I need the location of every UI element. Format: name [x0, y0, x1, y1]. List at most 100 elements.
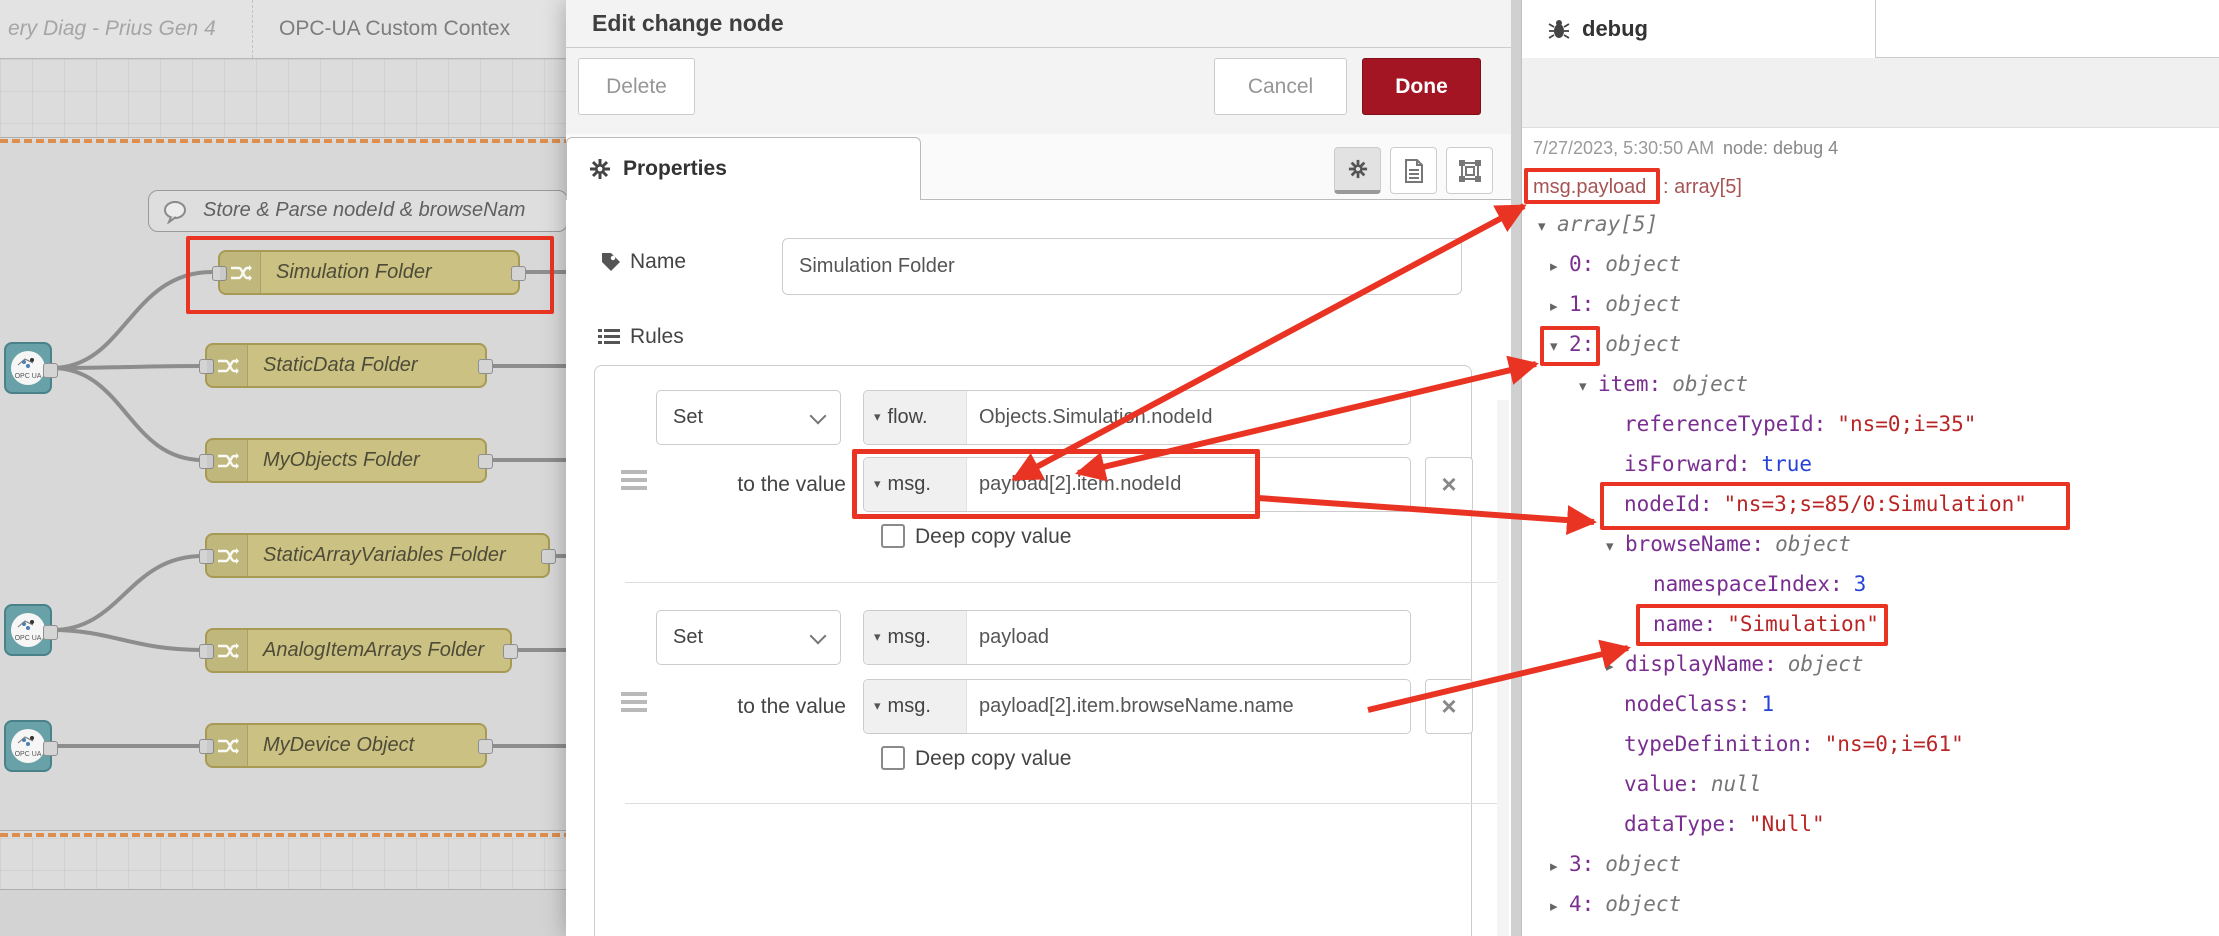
- caret-down-icon: ▾: [874, 630, 881, 645]
- caret-icon[interactable]: ▸: [1550, 857, 1569, 875]
- rule-target-input[interactable]: ▾ msg. payload: [863, 610, 1411, 665]
- caret-down-icon: ▾: [874, 699, 881, 714]
- caret-icon[interactable]: ▸: [1606, 657, 1625, 675]
- node-output-port[interactable]: [503, 644, 518, 659]
- change-node-myobjects-folder[interactable]: MyObjects Folder: [205, 438, 487, 483]
- node-appearance-button[interactable]: [1446, 147, 1493, 194]
- debug-tree-row[interactable]: ▾array[5]: [1538, 212, 1658, 236]
- delete-button[interactable]: Delete: [578, 58, 695, 115]
- comment-label: Store & Parse nodeId & browseNam: [203, 199, 525, 222]
- dialog-scrollbar[interactable]: [1497, 400, 1509, 936]
- debug-tree-row[interactable]: ▸1:object: [1550, 292, 1681, 316]
- caret-icon[interactable]: ▾: [1538, 217, 1557, 235]
- change-node-mydevice-object[interactable]: MyDevice Object: [205, 723, 487, 768]
- debug-node-name: node: debug 4: [1723, 138, 1838, 159]
- debug-tree-row[interactable]: nodeClass:1: [1624, 692, 1774, 716]
- rule-action-value: Set: [673, 626, 703, 649]
- debug-tree-row[interactable]: referenceTypeId:"ns=0;i=35": [1624, 412, 1976, 436]
- debug-tree-row[interactable]: value:null: [1624, 772, 1761, 796]
- rule-target-input[interactable]: ▾ flow. Objects.Simulation.nodeId: [863, 390, 1411, 445]
- debug-tree-row[interactable]: ▸displayName:object: [1606, 652, 1864, 676]
- chevron-down-icon: [810, 628, 827, 645]
- opcua-browser-node[interactable]: OPC UA: [4, 604, 52, 656]
- node-label: AnalogItemArrays Folder: [263, 630, 484, 671]
- property-type-selector[interactable]: ▾ flow.: [864, 391, 967, 444]
- debug-tree-row[interactable]: isForward:true: [1624, 452, 1812, 476]
- change-node-staticdata-folder[interactable]: StaticData Folder: [205, 343, 487, 388]
- rule-target-value: payload: [967, 611, 1049, 664]
- change-node-analogitemarrays-folder[interactable]: AnalogItemArrays Folder: [205, 628, 512, 673]
- gear-icon: [589, 158, 611, 180]
- tab-debug[interactable]: debug: [1522, 0, 1876, 58]
- debug-tree-row[interactable]: ▾item:object: [1579, 372, 1748, 396]
- rule-value-value: payload[2].item.browseName.name: [967, 680, 1294, 733]
- wire[interactable]: [52, 630, 203, 650]
- rule-action-select[interactable]: Set: [656, 390, 841, 445]
- rule-target-value: Objects.Simulation.nodeId: [967, 391, 1212, 444]
- debug-tree-row[interactable]: ▸4:object: [1550, 892, 1681, 916]
- opcua-node-label: OPC UA: [11, 635, 45, 642]
- debug-timestamp: 7/27/2023, 5:30:50 AM: [1533, 138, 1714, 159]
- cancel-button[interactable]: Cancel: [1214, 58, 1347, 115]
- node-label: MyDevice Object: [263, 725, 414, 766]
- debug-tree-row[interactable]: ▸3:object: [1550, 852, 1681, 876]
- name-label-row: Name: [600, 250, 686, 274]
- deep-copy-checkbox[interactable]: [881, 746, 905, 770]
- rules-label-row: Rules: [598, 325, 684, 349]
- node-output-port[interactable]: [43, 625, 58, 640]
- node-settings-button[interactable]: [1334, 147, 1381, 194]
- caret-icon[interactable]: ▸: [1550, 897, 1569, 915]
- done-button[interactable]: Done: [1362, 58, 1481, 115]
- node-label: MyObjects Folder: [263, 440, 420, 481]
- gear-icon: [1348, 159, 1368, 179]
- node-output-port[interactable]: [43, 741, 58, 756]
- debug-msg-summary[interactable]: : array[5]: [1663, 176, 1742, 199]
- node-output-port[interactable]: [43, 363, 58, 378]
- debug-toolbar-area: [1522, 58, 2219, 128]
- node-output-port[interactable]: [541, 549, 556, 564]
- rule-action-select[interactable]: Set: [656, 610, 841, 665]
- rule-divider: [625, 582, 1499, 583]
- node-red-editor: ery Diag - Prius Gen 4 OPC-UA Custom Con…: [0, 0, 2219, 936]
- tab-properties[interactable]: Properties: [566, 137, 921, 200]
- debug-tree-row[interactable]: ▸0:object: [1550, 252, 1681, 276]
- debug-tree-row[interactable]: dataType:"Null": [1624, 812, 1825, 836]
- node-output-port[interactable]: [478, 454, 493, 469]
- node-output-port[interactable]: [478, 359, 493, 374]
- opcua-browser-node[interactable]: OPC UA: [4, 720, 52, 772]
- shuffle-icon: [207, 630, 248, 671]
- node-label: StaticData Folder: [263, 345, 418, 386]
- node-description-button[interactable]: [1390, 147, 1437, 194]
- annotation-box: [1524, 168, 1660, 204]
- shuffle-icon: [207, 535, 248, 576]
- node-output-port[interactable]: [478, 739, 493, 754]
- appearance-icon: [1458, 159, 1482, 183]
- name-input[interactable]: Simulation Folder: [782, 238, 1462, 295]
- debug-tree-row[interactable]: typeDefinition:"ns=0;i=61": [1624, 732, 1964, 756]
- list-icon: [598, 328, 620, 346]
- delete-rule-button[interactable]: ×: [1425, 679, 1473, 734]
- change-node-staticarrayvariables-folder[interactable]: StaticArrayVariables Folder: [205, 533, 550, 578]
- drag-handle[interactable]: [621, 470, 647, 490]
- delete-rule-button[interactable]: ×: [1425, 457, 1473, 512]
- annotation-box: [1600, 482, 2070, 530]
- property-type-selector[interactable]: ▾ msg.: [864, 680, 967, 733]
- caret-icon[interactable]: ▸: [1550, 297, 1569, 315]
- wire[interactable]: [52, 556, 203, 630]
- comment-node[interactable]: Store & Parse nodeId & browseNam: [148, 190, 568, 232]
- property-type-label: msg.: [888, 626, 931, 649]
- wire[interactable]: [52, 368, 203, 460]
- debug-tree-row[interactable]: ▾browseName:object: [1606, 532, 1851, 556]
- opcua-browser-node[interactable]: OPC UA: [4, 342, 52, 394]
- opcua-node-label: OPC UA: [11, 751, 45, 758]
- property-type-selector[interactable]: ▾ msg.: [864, 611, 967, 664]
- name-input-value: Simulation Folder: [799, 255, 955, 278]
- debug-tree-row[interactable]: namespaceIndex:3: [1653, 572, 1866, 596]
- caret-icon[interactable]: ▾: [1606, 537, 1625, 555]
- caret-icon[interactable]: ▸: [1550, 257, 1569, 275]
- document-icon: [1404, 159, 1424, 183]
- rule-value-input[interactable]: ▾ msg. payload[2].item.browseName.name: [863, 679, 1411, 734]
- drag-handle[interactable]: [621, 692, 647, 712]
- deep-copy-checkbox[interactable]: [881, 524, 905, 548]
- caret-icon[interactable]: ▾: [1579, 377, 1598, 395]
